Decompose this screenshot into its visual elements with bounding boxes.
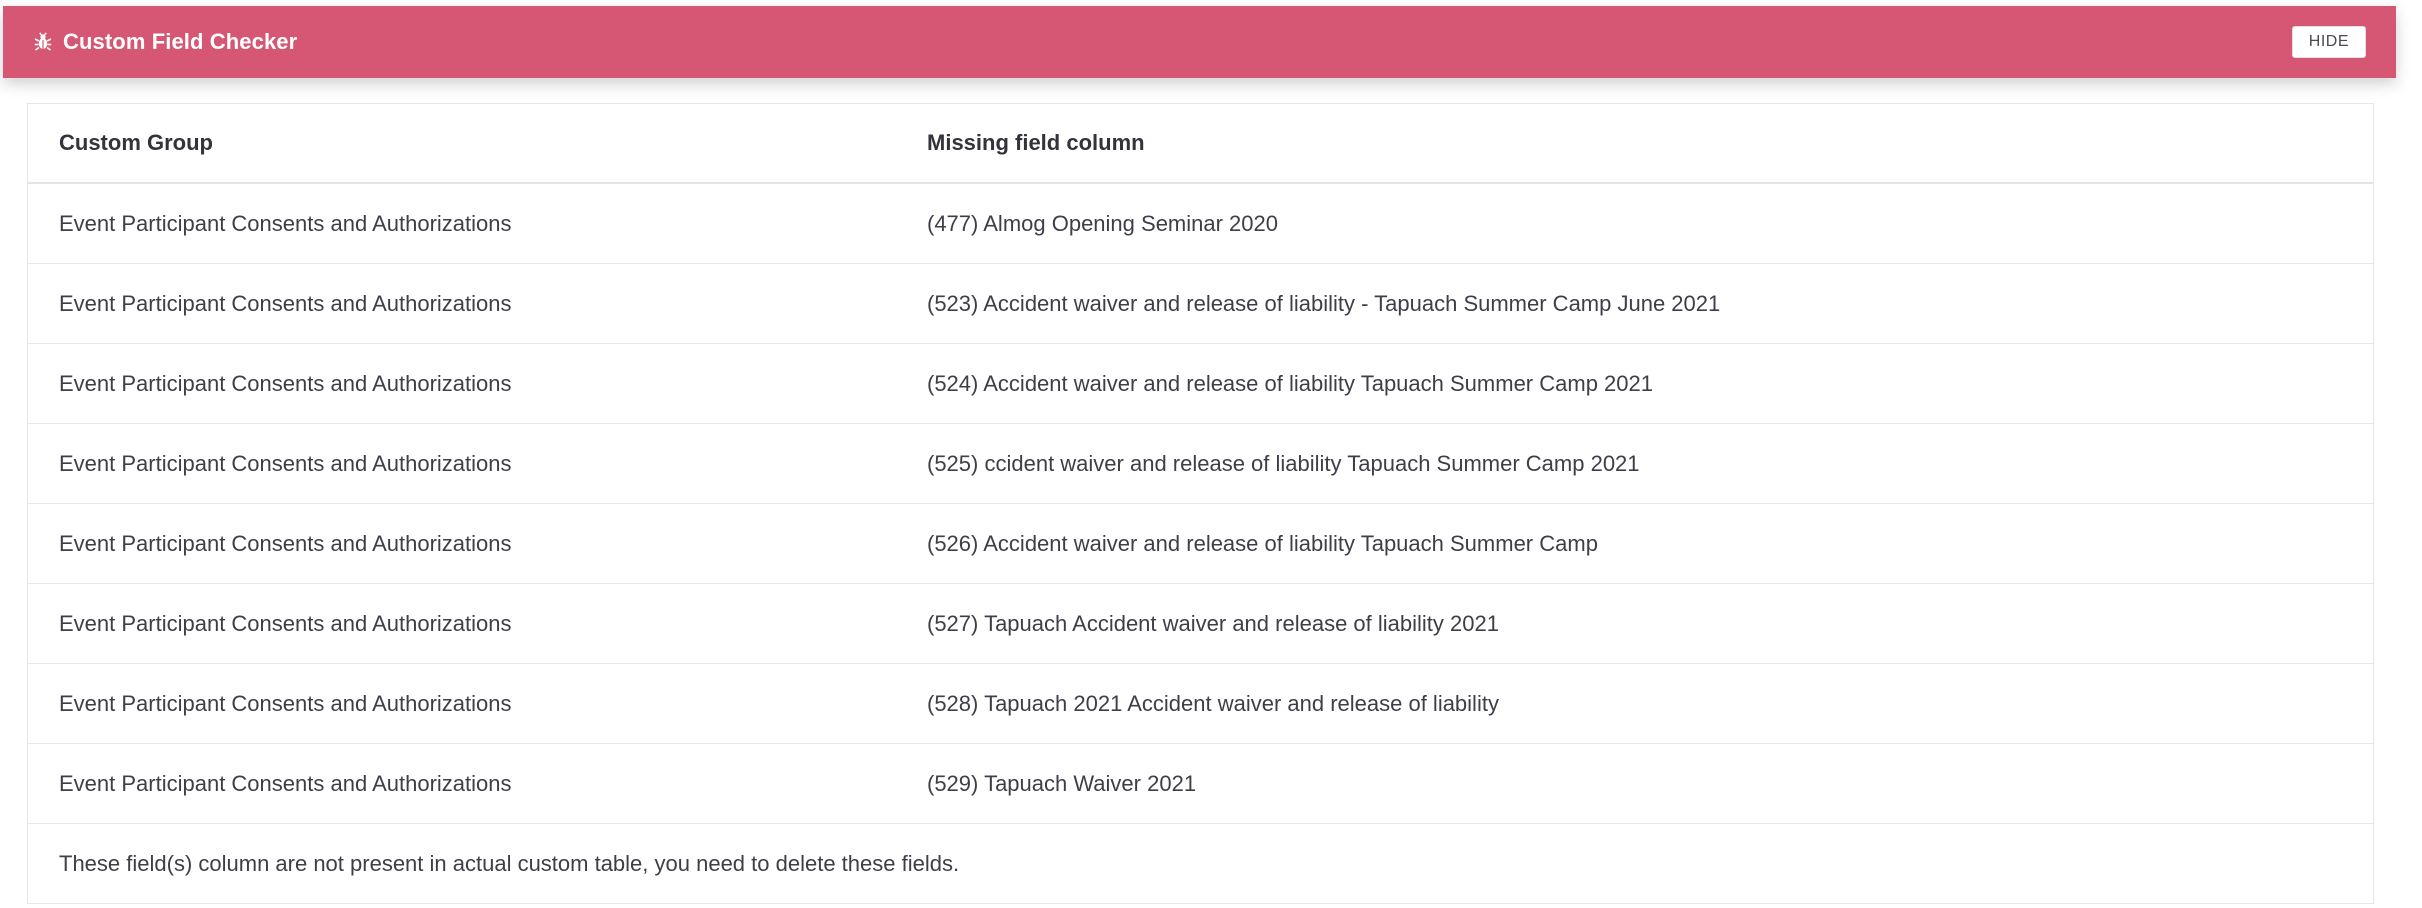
cell-missing-field: (524) Accident waiver and release of lia…	[896, 343, 2373, 424]
table-header-row: Custom Group Missing field column	[28, 104, 2373, 184]
cell-custom-group: Event Participant Consents and Authoriza…	[28, 183, 896, 264]
cell-custom-group: Event Participant Consents and Authoriza…	[28, 663, 896, 744]
hide-button[interactable]: HIDE	[2291, 26, 2366, 58]
header-title-group: Custom Field Checker	[33, 29, 297, 55]
table-row: Event Participant Consents and Authoriza…	[28, 663, 2373, 744]
cell-missing-field: (526) Accident waiver and release of lia…	[896, 503, 2373, 584]
bug-icon	[33, 32, 53, 52]
table-row: Event Participant Consents and Authoriza…	[28, 503, 2373, 584]
cell-missing-field: (528) Tapuach 2021 Accident waiver and r…	[896, 663, 2373, 744]
cell-custom-group: Event Participant Consents and Authoriza…	[28, 263, 896, 344]
missing-fields-table: Custom Group Missing field column Event …	[28, 104, 2373, 904]
table-row: Event Participant Consents and Authoriza…	[28, 343, 2373, 424]
cell-missing-field: (477) Almog Opening Seminar 2020	[896, 183, 2373, 264]
table-row: Event Participant Consents and Authoriza…	[28, 583, 2373, 664]
table-footer-row: These field(s) column are not present in…	[28, 823, 2373, 904]
cell-missing-field: (525) ccident waiver and release of liab…	[896, 423, 2373, 504]
table-row: Event Participant Consents and Authoriza…	[28, 423, 2373, 504]
table-row: Event Participant Consents and Authoriza…	[28, 183, 2373, 264]
cell-missing-field: (529) Tapuach Waiver 2021	[896, 743, 2373, 824]
table-row: Event Participant Consents and Authoriza…	[28, 263, 2373, 344]
cell-missing-field: (523) Accident waiver and release of lia…	[896, 263, 2373, 344]
cell-custom-group: Event Participant Consents and Authoriza…	[28, 583, 896, 664]
cell-custom-group: Event Participant Consents and Authoriza…	[28, 503, 896, 584]
cell-custom-group: Event Participant Consents and Authoriza…	[28, 343, 896, 424]
missing-fields-table-container: Custom Group Missing field column Event …	[27, 103, 2374, 904]
panel-header: Custom Field Checker HIDE	[3, 6, 2396, 78]
column-header-missing-field: Missing field column	[896, 104, 2373, 184]
column-header-custom-group: Custom Group	[28, 104, 896, 184]
page-title: Custom Field Checker	[63, 29, 298, 54]
cell-missing-field: (527) Tapuach Accident waiver and releas…	[896, 583, 2373, 664]
cell-custom-group: Event Participant Consents and Authoriza…	[28, 423, 896, 504]
cell-custom-group: Event Participant Consents and Authoriza…	[28, 743, 896, 824]
table-row: Event Participant Consents and Authoriza…	[28, 743, 2373, 824]
footer-note: These field(s) column are not present in…	[28, 823, 2373, 904]
